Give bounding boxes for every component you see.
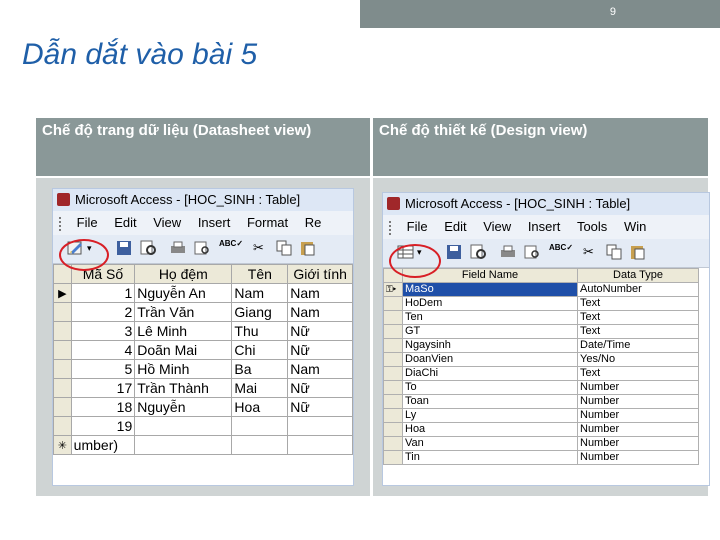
design-column-header: Chế độ thiết kế (Design view) (373, 118, 708, 176)
print-icon[interactable] (499, 244, 517, 260)
datasheet-column-header: Chế độ trang dữ liệu (Datasheet view) (36, 118, 370, 176)
primary-key-icon[interactable]: ⚿▸ (383, 282, 403, 297)
menu-file[interactable]: File (77, 211, 98, 235)
table-row[interactable]: HoDem Text (383, 296, 699, 311)
slide-number: 9 (609, 6, 616, 18)
search-icon[interactable] (139, 240, 157, 256)
new-record-icon[interactable]: ✳ (53, 435, 72, 455)
design-window-title: Microsoft Access - [HOC_SINH : Table] (383, 193, 709, 215)
design-grid: Field Name Data Type ⚿▸ MaSo AutoNumber Ho… (383, 268, 709, 485)
menu-edit[interactable]: Edit (444, 215, 466, 239)
table-row[interactable]: 2 Trần Văn Giang Nam (53, 302, 353, 322)
table-row[interactable]: Toan Number (383, 394, 699, 409)
table-row[interactable]: 4 Doãn Mai Chi Nữ (53, 340, 353, 360)
print-preview-icon[interactable] (523, 244, 541, 260)
spelling-icon[interactable]: ABC✓ (549, 243, 573, 252)
access-app-icon (57, 193, 70, 206)
column-header-gioitinh[interactable]: Giới tính (287, 264, 353, 284)
copy-icon[interactable] (605, 244, 623, 260)
table-row[interactable]: ⚿▸ MaSo AutoNumber (383, 282, 699, 297)
column-header-hodem[interactable]: Họ đệm (134, 264, 233, 284)
table-row[interactable]: To Number (383, 380, 699, 395)
table-row[interactable]: GT Text (383, 324, 699, 339)
design-cell: Microsoft Access - [HOC_SINH : Table] Fi… (373, 178, 710, 496)
menu-tools[interactable]: Tools (577, 215, 607, 239)
table-row[interactable]: 19 (53, 416, 353, 436)
table-row[interactable]: 5 Hồ Minh Ba Nam (53, 359, 353, 379)
column-header-data-type: Data Type (577, 268, 699, 283)
menu-edit[interactable]: Edit (114, 211, 136, 235)
table-row[interactable]: Ly Number (383, 408, 699, 423)
table-row[interactable]: Ngaysinh Date/Time (383, 338, 699, 353)
highlight-circle (59, 239, 109, 271)
table-row[interactable]: DoanVien Yes/No (383, 352, 699, 367)
table-row[interactable]: Hoa Number (383, 422, 699, 437)
comparison-table: Chế độ trang dữ liệu (Datasheet view) Ch… (36, 118, 710, 496)
datasheet-menubar: File Edit View Insert Format Re (53, 211, 353, 235)
datasheet-table: Mã Số Họ đệm Tên Giới tính ▶ 1 Nguyễn An Na… (53, 264, 353, 455)
datasheet-cell: Microsoft Access - [HOC_SINH : Table] Fi… (36, 178, 370, 496)
datasheet-window: Microsoft Access - [HOC_SINH : Table] Fi… (52, 188, 354, 486)
top-bar-accent: 9 (360, 0, 720, 28)
table-row[interactable]: Tin Number (383, 450, 699, 465)
menu-file[interactable]: File (407, 215, 428, 239)
design-menubar: File Edit View Insert Tools Win (383, 215, 709, 239)
menu-format[interactable]: Format (247, 211, 288, 235)
cut-icon[interactable]: ✂ (253, 240, 264, 256)
table-row[interactable]: 17 Trần Thành Mai Nữ (53, 378, 353, 398)
slide-title: Dẫn dắt vào bài 5 (22, 38, 258, 71)
spelling-icon[interactable]: ABC✓ (219, 239, 243, 248)
menu-insert[interactable]: Insert (528, 215, 561, 239)
paste-icon[interactable] (299, 240, 317, 256)
design-table: Field Name Data Type ⚿▸ MaSo AutoNumber Ho… (383, 268, 699, 465)
column-header-ten[interactable]: Tên (231, 264, 289, 284)
print-preview-icon[interactable] (193, 240, 211, 256)
table-row[interactable]: Van Number (383, 436, 699, 451)
top-bar: 9 (0, 0, 720, 28)
table-row[interactable]: DiaChi Text (383, 366, 699, 381)
menu-view[interactable]: View (153, 211, 181, 235)
design-window: Microsoft Access - [HOC_SINH : Table] Fi… (382, 192, 710, 486)
copy-icon[interactable] (275, 240, 293, 256)
menu-view[interactable]: View (483, 215, 511, 239)
cut-icon[interactable]: ✂ (583, 244, 594, 260)
table-row[interactable]: 3 Lê Minh Thu Nữ (53, 321, 353, 341)
menu-records[interactable]: Re (305, 211, 322, 235)
grip-icon (59, 216, 65, 231)
grip-icon (389, 220, 395, 235)
print-icon[interactable] (169, 240, 187, 256)
datasheet-window-title: Microsoft Access - [HOC_SINH : Table] (53, 189, 353, 211)
menu-insert[interactable]: Insert (198, 211, 231, 235)
table-row[interactable]: ▶ 1 Nguyễn An Nam Nam (53, 283, 353, 303)
current-record-icon[interactable]: ▶ (53, 283, 72, 303)
save-icon[interactable] (445, 244, 463, 260)
paste-icon[interactable] (629, 244, 647, 260)
table-row[interactable]: 18 Nguyễn Hoa Nữ (53, 397, 353, 417)
highlight-circle (389, 244, 441, 278)
menu-window[interactable]: Win (624, 215, 646, 239)
save-icon[interactable] (115, 240, 133, 256)
search-icon[interactable] (469, 244, 487, 260)
access-app-icon (387, 197, 400, 210)
table-row[interactable]: Ten Text (383, 310, 699, 325)
datasheet-grid: Mã Số Họ đệm Tên Giới tính ▶ 1 Nguyễn An Na… (53, 264, 353, 485)
table-row[interactable]: ✳ umber) (53, 435, 353, 455)
